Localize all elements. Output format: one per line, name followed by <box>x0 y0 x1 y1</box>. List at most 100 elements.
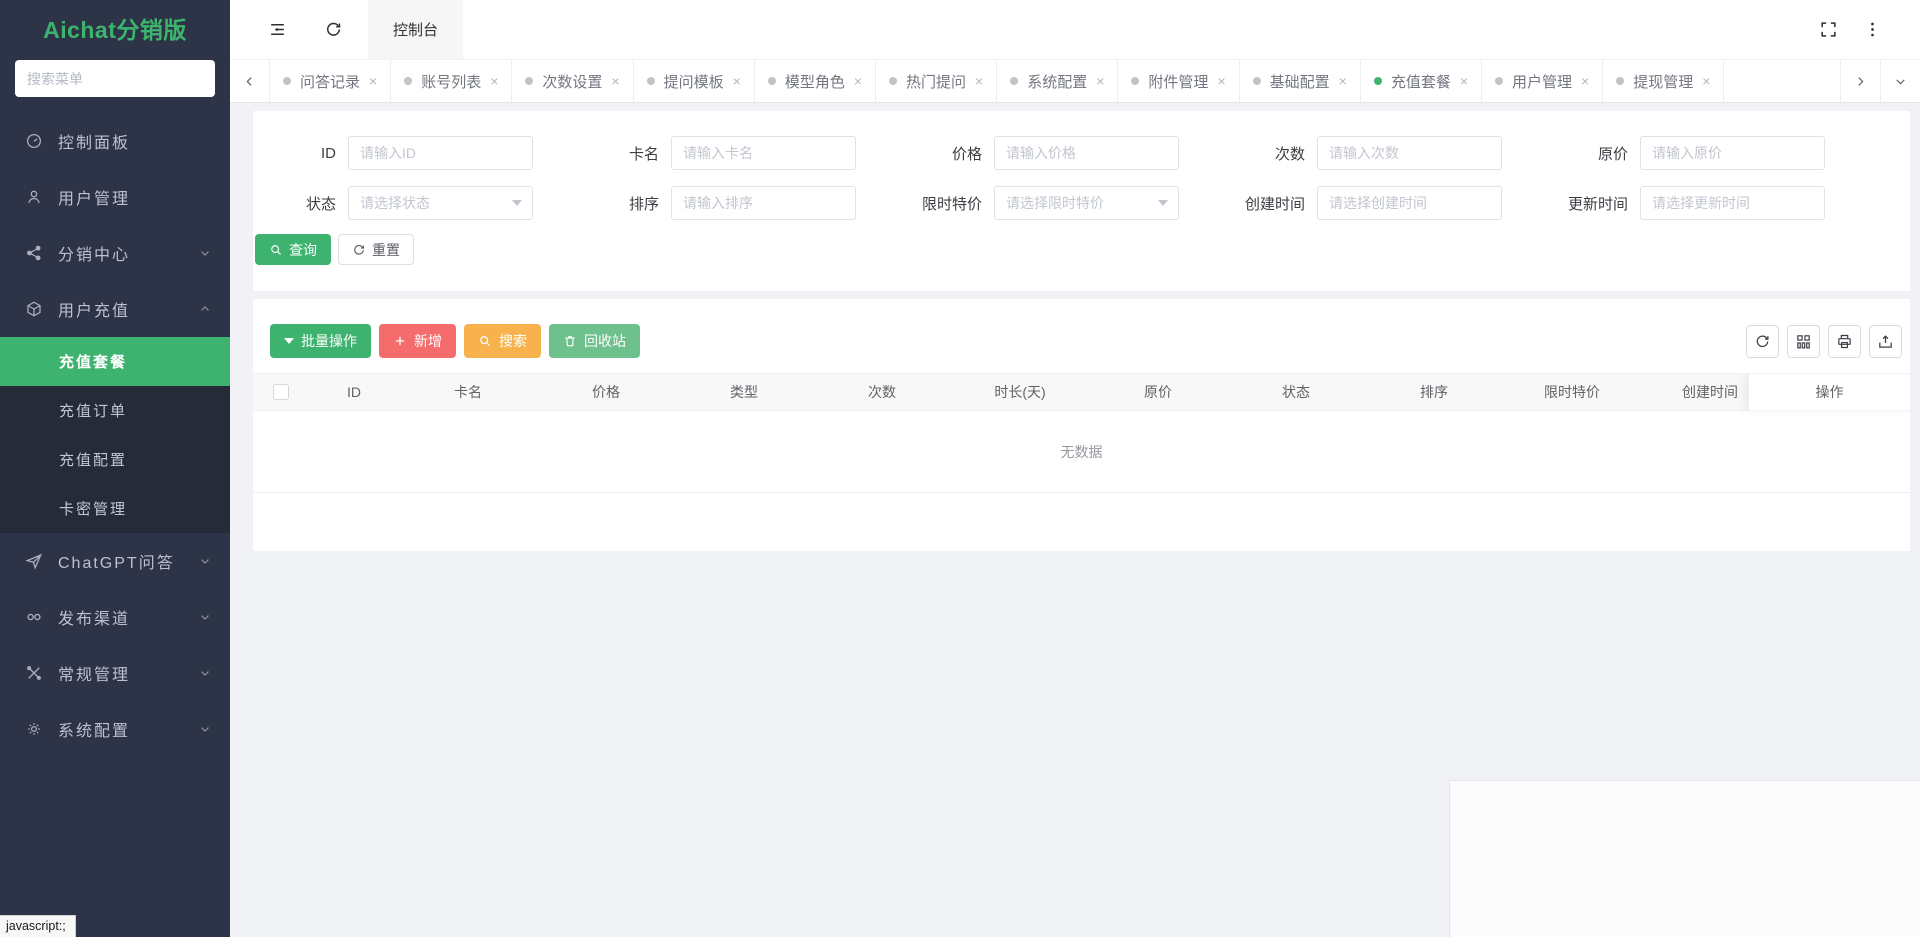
tab-user-management[interactable]: 用户管理 × <box>1482 60 1603 102</box>
menu-search-input[interactable] <box>15 60 215 97</box>
refresh-icon[interactable] <box>310 0 356 59</box>
created-time-input[interactable] <box>1317 186 1502 220</box>
submenu-item-label: 充值订单 <box>59 400 127 421</box>
more-options-icon[interactable] <box>1850 0 1894 59</box>
limited-offer-select[interactable] <box>994 186 1179 220</box>
tab-label: 系统配置 <box>1027 71 1087 92</box>
tab-close-icon[interactable]: × <box>1217 74 1225 88</box>
filter-label: 卡名 <box>576 143 671 164</box>
tab-close-icon[interactable]: × <box>611 74 619 88</box>
tabs-right-controls <box>1840 60 1920 102</box>
tab-system-config[interactable]: 系统配置 × <box>997 60 1118 102</box>
sidebar-item-publish-channels[interactable]: 发布渠道 <box>0 589 230 645</box>
fullscreen-icon[interactable] <box>1806 0 1850 59</box>
gear-icon <box>24 719 44 739</box>
column-header-status: 状态 <box>1227 382 1365 402</box>
tab-recharge-packages[interactable]: 充值套餐 × <box>1361 60 1482 102</box>
tab-question-templates[interactable]: 提问模板 × <box>634 60 755 102</box>
filter-label: 限时特价 <box>899 193 994 214</box>
chevron-up-icon <box>198 302 212 316</box>
tab-close-icon[interactable]: × <box>369 74 377 88</box>
tab-close-icon[interactable]: × <box>1096 74 1104 88</box>
sidebar-item-distribution[interactable]: 分销中心 <box>0 225 230 281</box>
updated-time-input[interactable] <box>1640 186 1825 220</box>
tab-qa-records[interactable]: 问答记录 × <box>270 60 391 102</box>
tab-close-icon[interactable]: × <box>1702 74 1710 88</box>
price-input[interactable] <box>994 136 1179 170</box>
tab-count-settings[interactable]: 次数设置 × <box>512 60 633 102</box>
column-header-card-name: 卡名 <box>399 382 537 402</box>
reset-icon <box>352 243 366 257</box>
sidebar-item-system-config[interactable]: 系统配置 <box>0 701 230 757</box>
filter-label: 更新时间 <box>1545 193 1640 214</box>
status-select[interactable] <box>348 186 533 220</box>
tab-attachment-management[interactable]: 附件管理 × <box>1118 60 1239 102</box>
batch-actions-button[interactable]: 批量操作 <box>270 324 371 358</box>
tab-close-icon[interactable]: × <box>1460 74 1468 88</box>
tab-close-icon[interactable]: × <box>1339 74 1347 88</box>
column-header-original-price: 原价 <box>1089 382 1227 402</box>
add-button[interactable]: 新增 <box>379 324 456 358</box>
export-icon[interactable] <box>1869 325 1902 358</box>
tab-model-roles[interactable]: 模型角色 × <box>755 60 876 102</box>
collapse-sidebar-icon[interactable] <box>254 0 300 59</box>
select-all-checkbox[interactable] <box>273 384 289 400</box>
tab-basic-config[interactable]: 基础配置 × <box>1240 60 1361 102</box>
sort-input[interactable] <box>671 186 856 220</box>
id-input[interactable] <box>348 136 533 170</box>
caret-down-icon <box>284 338 294 344</box>
tab-close-icon[interactable]: × <box>733 74 741 88</box>
console-tab[interactable]: 控制台 <box>368 0 463 59</box>
table-refresh-icon[interactable] <box>1746 325 1779 358</box>
chevron-down-icon <box>198 666 212 680</box>
tab-label: 基础配置 <box>1270 71 1330 92</box>
sidebar-item-general-management[interactable]: 常规管理 <box>0 645 230 701</box>
sidebar-subitem-recharge-config[interactable]: 充值配置 <box>0 435 230 484</box>
filter-label: ID <box>253 145 348 162</box>
filter-created-time: 创建时间 <box>1222 186 1545 220</box>
sidebar-item-dashboard[interactable]: 控制面板 <box>0 113 230 169</box>
table-toolbar: 批量操作 新增 搜索 回收站 <box>253 324 1910 358</box>
tab-withdrawal-management[interactable]: 提现管理 × <box>1603 60 1724 102</box>
tab-account-list[interactable]: 账号列表 × <box>391 60 512 102</box>
tab-hot-questions[interactable]: 热门提问 × <box>876 60 997 102</box>
card-name-input[interactable] <box>671 136 856 170</box>
column-header-duration-days: 时长(天) <box>951 382 1089 402</box>
search-icon <box>478 334 492 348</box>
sidebar-item-users[interactable]: 用户管理 <box>0 169 230 225</box>
tabs-menu-icon[interactable] <box>1880 60 1920 102</box>
reset-button[interactable]: 重置 <box>338 234 414 265</box>
tab-close-icon[interactable]: × <box>490 74 498 88</box>
column-settings-icon[interactable] <box>1787 325 1820 358</box>
tab-close-icon[interactable]: × <box>975 74 983 88</box>
tab-dot <box>1616 77 1624 85</box>
tab-close-icon[interactable]: × <box>854 74 862 88</box>
chevron-down-icon <box>198 246 212 260</box>
tab-dot <box>525 77 533 85</box>
submenu-item-label: 卡密管理 <box>59 498 127 519</box>
sidebar-item-label: 发布渠道 <box>58 605 198 629</box>
share-icon <box>24 243 44 263</box>
column-header-actions: 操作 <box>1749 373 1910 411</box>
filter-limited-offer: 限时特价 <box>899 186 1222 220</box>
tab-label: 账号列表 <box>421 71 481 92</box>
filter-label: 原价 <box>1545 143 1640 164</box>
tabs-scroll-left-icon[interactable] <box>230 60 270 102</box>
recycle-bin-button[interactable]: 回收站 <box>549 324 640 358</box>
original-price-input[interactable] <box>1640 136 1825 170</box>
cube-icon <box>24 299 44 319</box>
sidebar-subitem-card-keys[interactable]: 卡密管理 <box>0 484 230 533</box>
sidebar-item-chatgpt-qa[interactable]: ChatGPT问答 <box>0 533 230 589</box>
chevron-down-icon <box>198 722 212 736</box>
sidebar-subitem-recharge-packages[interactable]: 充值套餐 <box>0 337 230 386</box>
sidebar-item-recharge[interactable]: 用户充值 <box>0 281 230 337</box>
tabs-scroll-right-icon[interactable] <box>1840 60 1880 102</box>
count-input[interactable] <box>1317 136 1502 170</box>
tab-label: 附件管理 <box>1148 71 1208 92</box>
sidebar-subitem-recharge-orders[interactable]: 充值订单 <box>0 386 230 435</box>
query-button[interactable]: 查询 <box>255 234 331 265</box>
tab-close-icon[interactable]: × <box>1581 74 1589 88</box>
toggle-search-button[interactable]: 搜索 <box>464 324 541 358</box>
tab-label: 用户管理 <box>1512 71 1572 92</box>
print-icon[interactable] <box>1828 325 1861 358</box>
